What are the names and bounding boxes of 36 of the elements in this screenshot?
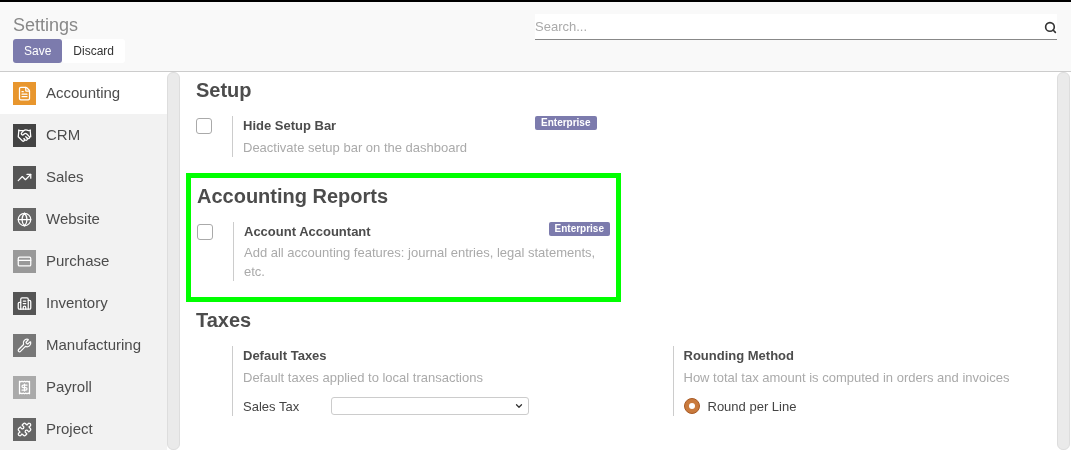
handshake-icon bbox=[13, 123, 36, 147]
globe-icon bbox=[13, 207, 36, 231]
enterprise-badge: Enterprise bbox=[548, 221, 610, 236]
radio-label: Round per Line bbox=[707, 397, 797, 416]
setting-description: Add all accounting features: journal entries, legal statements, etc. bbox=[244, 244, 597, 281]
setting-description: Default taxes applied to local transactions bbox=[243, 368, 484, 387]
setting-description: Deactivate setup bar on the dashboard bbox=[243, 138, 469, 157]
save-button[interactable]: Save bbox=[13, 39, 63, 63]
search-icon bbox=[1044, 21, 1057, 34]
checkbox[interactable] bbox=[196, 118, 212, 134]
sales-tax-dropdown[interactable] bbox=[331, 397, 529, 416]
section-heading: Accounting Reports bbox=[197, 183, 390, 208]
section-heading: Setup bbox=[196, 78, 253, 102]
setting-title: Rounding Method bbox=[683, 347, 794, 365]
document-icon bbox=[13, 81, 36, 105]
setting-title: Account Accountant bbox=[244, 222, 371, 241]
radio-button[interactable] bbox=[683, 398, 700, 415]
field-label: Sales Tax bbox=[243, 397, 301, 416]
setting-title: Hide Setup Bar bbox=[243, 117, 337, 135]
wrench-icon bbox=[13, 333, 36, 357]
sidebar-item[interactable]: Accounting bbox=[0, 72, 167, 114]
search-field[interactable]: Search... bbox=[535, 14, 1057, 40]
setting-description: How total tax amount is computed in orders and invoices bbox=[683, 368, 1011, 387]
section-heading: Taxes bbox=[196, 308, 253, 332]
card-icon bbox=[13, 249, 36, 273]
discard-button[interactable]: Discard bbox=[62, 39, 126, 63]
puzzle-icon bbox=[13, 417, 36, 441]
chart-icon bbox=[13, 165, 36, 189]
receipt-icon bbox=[13, 375, 36, 399]
enterprise-badge: Enterprise bbox=[535, 116, 597, 130]
checkbox[interactable] bbox=[197, 223, 213, 240]
scrollbar[interactable] bbox=[1057, 72, 1070, 450]
scrollbar[interactable] bbox=[167, 72, 180, 450]
setting-title: Default Taxes bbox=[243, 347, 327, 365]
page-title: Settings bbox=[13, 14, 80, 36]
building-icon bbox=[13, 291, 36, 315]
